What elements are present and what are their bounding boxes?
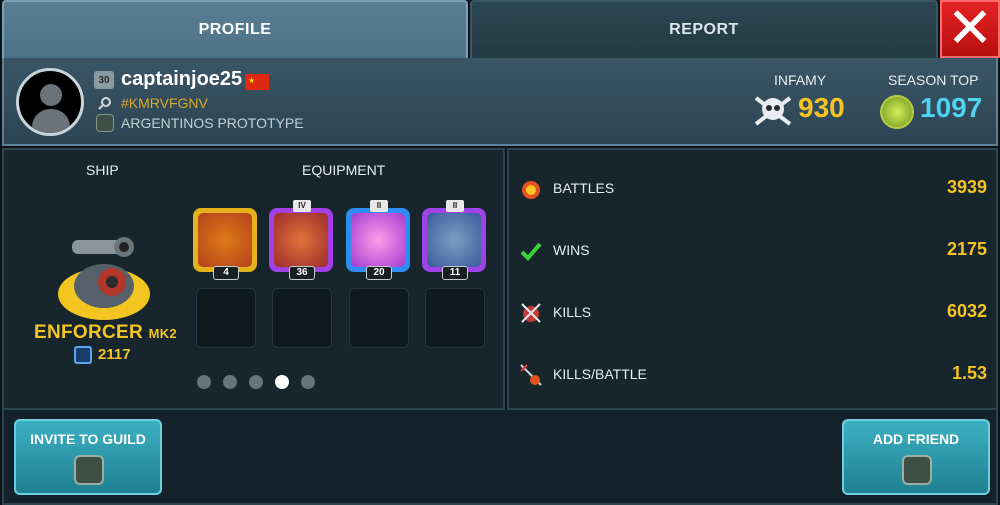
avatar[interactable]: [16, 68, 84, 136]
friend-icon: [902, 455, 932, 485]
season-top-label: SEASON TOP: [888, 72, 979, 88]
kills-icon: [521, 303, 541, 323]
equipment-rank: IV: [293, 200, 311, 212]
page-dot-5[interactable]: [301, 375, 315, 389]
page-dot-4[interactable]: [275, 375, 289, 389]
page-indicator: [197, 375, 315, 389]
stat-label: KILLS/BATTLE: [553, 366, 647, 382]
kills-per-battle-icon: [520, 364, 542, 386]
equipment-slot-1[interactable]: 4: [193, 208, 257, 280]
stat-value: 6032: [946, 301, 987, 321]
stat-label: BATTLES: [553, 180, 615, 196]
close-icon: ✕: [946, 0, 994, 61]
ship-icon[interactable]: [52, 224, 156, 324]
cannon-icon: [198, 213, 252, 267]
stat-label: WINS: [553, 242, 590, 258]
stat-row-kills-per-battle: KILLS/BATTLE 1.53: [517, 354, 987, 394]
stat-row-kills: KILLS 6032: [517, 292, 987, 332]
add-friend-button[interactable]: ADD FRIEND: [842, 419, 990, 495]
stat-value: 2175: [946, 239, 987, 259]
equipment-count: 11: [442, 266, 468, 280]
stat-row-battles: BATTLES 3939: [517, 168, 987, 208]
invite-to-guild-button[interactable]: INVITE TO GUILD: [14, 419, 162, 495]
page-dot-1[interactable]: [197, 375, 211, 389]
player-name: captainjoe25: [121, 68, 243, 90]
equipment-slot-4[interactable]: II 11: [422, 200, 486, 280]
explosion-icon: [522, 181, 540, 199]
league-icon: [880, 95, 914, 129]
equipment-count: 36: [289, 266, 315, 280]
loadout-panel: SHIP EQUIPMENT ENFORCER MK2 2117 4 IV 36…: [2, 148, 505, 410]
guild-icon: [96, 114, 114, 132]
avatar-head: [40, 84, 62, 106]
tab-bar: PROFILE REPORT ✕: [0, 0, 1000, 58]
invite-to-guild-label: INVITE TO GUILD: [30, 431, 146, 447]
shield-icon: [427, 213, 481, 267]
energy-orb-icon: [351, 213, 405, 267]
level-badge: 30: [94, 71, 114, 89]
close-button[interactable]: ✕: [940, 0, 1000, 58]
season-top-value: 1097: [920, 92, 983, 123]
ship-power: 2117: [98, 346, 131, 363]
checkmark-icon: [520, 242, 542, 261]
search-icon: [98, 97, 111, 110]
equipment-slot-3[interactable]: II 20: [346, 200, 410, 280]
infamy-label: INFAMY: [774, 72, 827, 88]
guild-name[interactable]: ARGENTINOS PROTOTYPE: [121, 115, 304, 131]
skull-icon: [754, 96, 792, 126]
equipment-count: 20: [366, 266, 392, 280]
footer-bar: INVITE TO GUILD ADD FRIEND: [2, 410, 998, 505]
add-friend-label: ADD FRIEND: [872, 431, 960, 447]
ship-section-label: SHIP: [86, 162, 119, 178]
guild-icon: [74, 455, 104, 485]
empty-equipment-slot[interactable]: [349, 288, 409, 348]
stat-value: 1.53: [951, 363, 987, 383]
empty-equipment-slot[interactable]: [425, 288, 485, 348]
avatar-body: [32, 109, 70, 133]
heavy-cannon-icon: [274, 213, 328, 267]
page-dot-2[interactable]: [223, 375, 237, 389]
player-tag[interactable]: #KMRVFGNV: [121, 95, 208, 111]
equipment-rank: II: [446, 200, 464, 212]
equipment-slot-2[interactable]: IV 36: [269, 200, 333, 280]
equipment-section-label: EQUIPMENT: [302, 162, 386, 178]
ship-name: ENFORCER MK2: [34, 322, 177, 343]
stats-panel: BATTLES 3939 WINS 2175 KILLS 6032 KILLS/…: [507, 148, 998, 410]
power-icon: [74, 346, 92, 364]
profile-header: 30 captainjoe25 ★ #KMRVFGNV ARGENTINOS P…: [2, 58, 998, 146]
equipment-count: 4: [213, 266, 239, 280]
empty-equipment-slot[interactable]: [196, 288, 256, 348]
stat-label: KILLS: [553, 304, 592, 320]
infamy-value: 930: [798, 92, 845, 123]
tab-profile[interactable]: PROFILE: [2, 0, 468, 58]
equipment-rank: II: [370, 200, 388, 212]
stat-value: 3939: [946, 177, 987, 197]
stat-row-wins: WINS 2175: [517, 230, 987, 270]
page-dot-3[interactable]: [249, 375, 263, 389]
tab-report[interactable]: REPORT: [470, 0, 938, 58]
empty-equipment-slot[interactable]: [272, 288, 332, 348]
china-flag-icon: ★: [245, 74, 269, 90]
